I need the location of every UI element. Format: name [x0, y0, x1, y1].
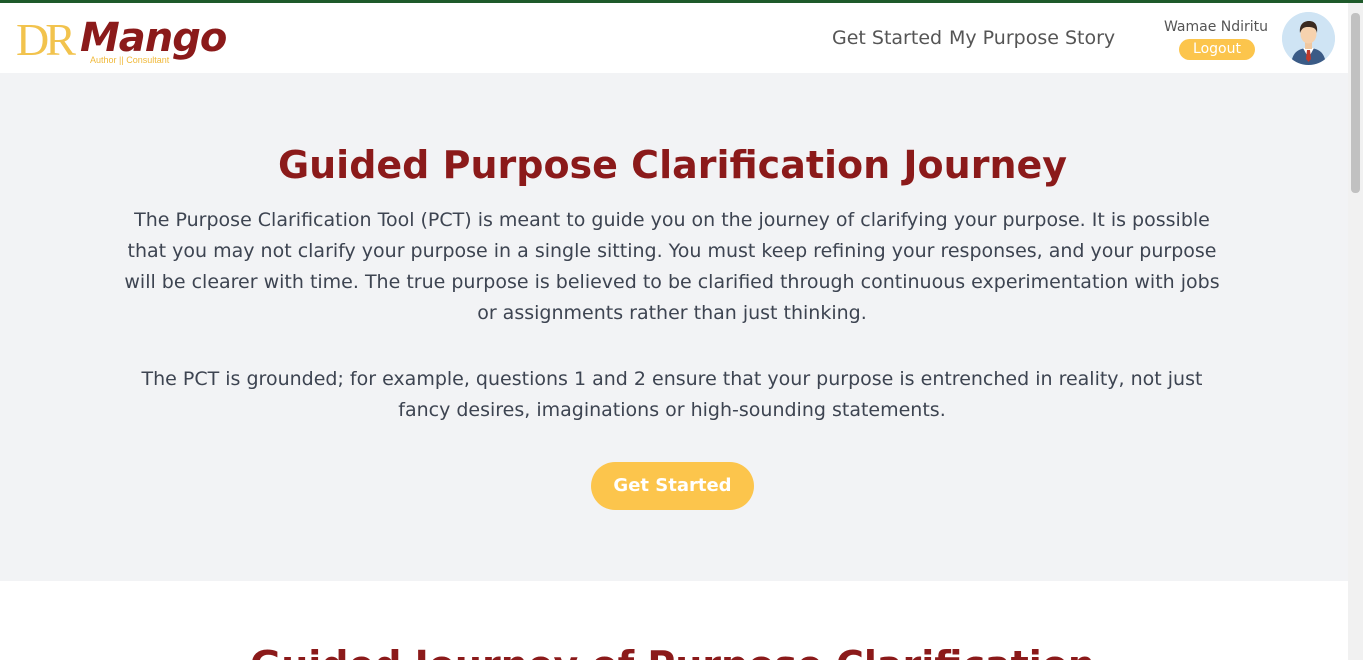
get-started-button[interactable]: Get Started — [591, 462, 754, 510]
nav-purpose-story-link[interactable]: My Purpose Story — [949, 27, 1115, 49]
scrollbar-thumb[interactable] — [1351, 13, 1360, 193]
logo-dr: DR — [16, 14, 76, 65]
next-section-title: Guided Journey of Purpose Clarification — [0, 643, 1345, 660]
nav-get-started-link[interactable]: Get Started — [832, 27, 942, 49]
brand-logo[interactable]: DR Mango Author || Consultant — [16, 15, 236, 67]
user-avatar-icon[interactable] — [1282, 12, 1335, 65]
hero-paragraph-intro: The Purpose Clarification Tool (PCT) is … — [124, 209, 1220, 324]
hero-paragraph-grounded: The PCT is grounded; for example, questi… — [141, 368, 1203, 421]
hero-title: Guided Purpose Clarification Journey — [277, 143, 1068, 187]
user-name: Wamae Ndiritu — [1163, 19, 1269, 35]
page-scrollbar[interactable] — [1348, 3, 1363, 660]
site-header: DR Mango Author || Consultant Get Starte… — [0, 3, 1348, 73]
logo-tagline: Author || Consultant — [90, 55, 170, 65]
logout-button[interactable]: Logout — [1179, 39, 1255, 60]
hero-section: Guided Purpose Clarification Journey The… — [0, 73, 1348, 581]
